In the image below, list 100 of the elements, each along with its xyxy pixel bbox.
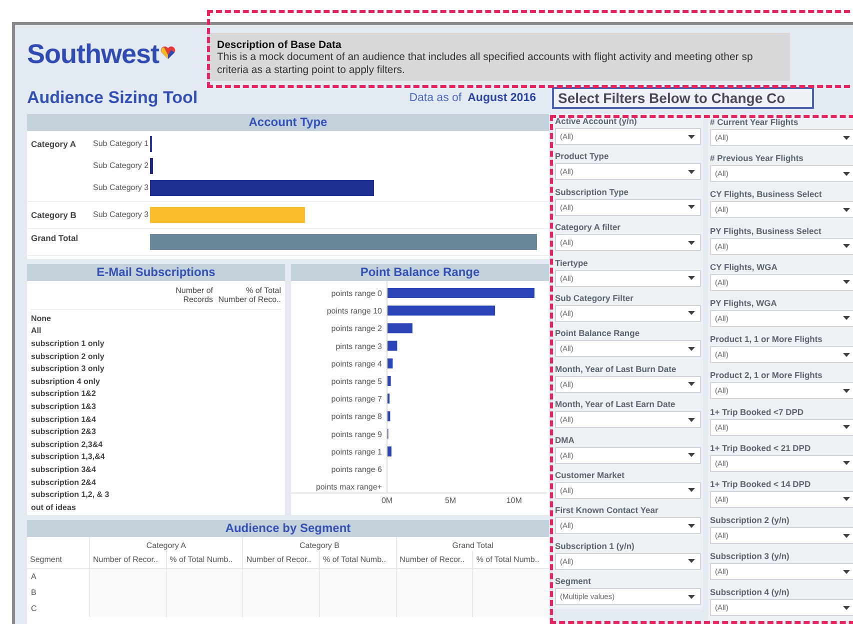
row-label: C — [30, 603, 38, 615]
filter-label: Subscription 3 (y/n) — [710, 550, 790, 564]
data-as-of-date: August 2016 — [468, 92, 536, 104]
bar — [387, 411, 390, 422]
group-header: Grand Total — [396, 537, 549, 551]
filter-label: # Current Year Flights — [710, 116, 800, 129]
category-label: points max range+ — [316, 482, 382, 492]
row-label: subscription 2 only — [31, 352, 104, 361]
row-label: subscription 3&4 — [31, 464, 96, 474]
caret-icon — [843, 388, 850, 393]
caret-icon — [688, 594, 695, 599]
filter-label: CY Flights, Business Select — [710, 188, 823, 202]
caret-icon — [843, 316, 850, 320]
category-label: pints range 3 — [336, 342, 382, 351]
caret-icon — [843, 534, 850, 538]
heart-logo-icon — [160, 46, 176, 60]
filter-label: 1+ Trip Booked < 14 DPD — [710, 478, 812, 491]
caret-icon — [688, 346, 695, 351]
caret-icon — [688, 382, 695, 386]
row-label: subscription 1&4 — [31, 414, 96, 424]
caret-icon — [688, 524, 695, 528]
caret-icon — [688, 559, 695, 564]
filter-label: 1+ Trip Booked < 21 DPD — [710, 442, 812, 455]
row-label: subscription 1&3 — [31, 402, 96, 411]
caret-icon — [688, 418, 695, 422]
caret-icon — [843, 352, 850, 357]
category-label: points range 7 — [331, 394, 382, 404]
data-as-of-label: Data as of — [409, 92, 462, 104]
panel-heading: E-Mail Subscriptions — [27, 264, 285, 281]
filter-label: Product Type — [555, 150, 610, 164]
dashboard-title: Audience Sizing Tool — [27, 88, 198, 108]
row-label: None — [31, 314, 51, 323]
filter-label: # Previous Year Flights — [710, 152, 804, 166]
category-label: points range 0 — [331, 289, 382, 298]
filter-label: Point Balance Range — [555, 327, 641, 340]
panel-heading: Audience by Segment — [27, 520, 549, 537]
panel-heading: Account Type — [27, 114, 549, 131]
filter-label: Month, Year of Last Earn Date — [555, 398, 676, 412]
subcategory-label: Sub Category 1 — [93, 139, 150, 149]
column-header: % of Total Number of Reco.. — [217, 286, 281, 304]
grand-total-label: Grand Total — [30, 232, 80, 245]
caret-icon — [688, 276, 695, 280]
axis-tick-label: 5M — [445, 496, 456, 505]
filter-label: Subscription Type — [555, 186, 630, 199]
caret-icon — [843, 425, 850, 429]
filter-label: Category A filter — [555, 221, 622, 234]
caret-icon — [688, 240, 695, 245]
caret-icon — [843, 570, 850, 574]
caret-icon — [688, 134, 695, 138]
caret-icon — [843, 136, 850, 140]
category-label: points range 10 — [326, 306, 382, 316]
row-label: subscription 2&3 — [31, 427, 96, 436]
category-label: points range 9 — [331, 430, 382, 439]
filter-label: Month, Year of Last Burn Date — [555, 362, 678, 376]
row-label: subscription 1,2, & 3 — [31, 490, 110, 500]
panel-heading: Point Balance Range — [291, 264, 549, 281]
axis-tick-label: 10M — [506, 496, 522, 505]
row-label: subsription 4 only — [31, 376, 100, 386]
category-label: points range 1 — [331, 447, 382, 456]
axis-tick-label: 0M — [381, 496, 393, 505]
subcategory-label: Sub Category 2 — [93, 161, 150, 171]
filter-label: DMA — [555, 434, 576, 447]
category-label: points range 2 — [331, 324, 382, 334]
group-header: Category A — [89, 537, 242, 551]
bar — [387, 340, 398, 351]
row-label: subscription 1&2 — [31, 389, 96, 398]
row-label: B — [30, 587, 38, 599]
row-label: subscription 1 only — [31, 338, 104, 348]
category-label: points range 8 — [331, 412, 382, 422]
category-label: Category A — [30, 138, 78, 151]
subcategory-label: Sub Category 3 — [93, 210, 150, 220]
category-label: points range 4 — [331, 359, 382, 368]
description-text: This is a mock document of an audience that includes all specified accounts with flight activity and meeting other sp criteria as a starting point to apply filters. — [217, 51, 754, 77]
filter-label: Tiertype — [555, 256, 589, 270]
filter-label: CY Flights, WGA — [710, 260, 778, 274]
filter-label: PY Flights, WGA — [710, 296, 778, 310]
caret-icon — [843, 208, 850, 212]
caret-icon — [688, 170, 695, 174]
category-label: points range 6 — [331, 465, 382, 474]
filter-label: Subscription 2 (y/n) — [710, 514, 790, 528]
bar — [387, 394, 390, 404]
filter-label: PY Flights, Business Select — [710, 224, 822, 238]
column-header: Segment — [27, 551, 89, 569]
filter-label: Active Account (y/n) — [555, 115, 638, 128]
caret-icon — [843, 497, 850, 502]
filter-label: Subscription 1 (y/n) — [555, 540, 636, 553]
row-label: subscription 2,3&4 — [31, 440, 103, 449]
row-label: A — [30, 571, 38, 583]
row-label: All — [31, 326, 42, 336]
filters-heading: Select Filters Below to Change Co — [552, 86, 814, 108]
filter-label: First Known Contact Year — [555, 504, 660, 518]
filter-label: Product 1, 1 or More Flights — [710, 333, 824, 346]
filter-label: Subscription 4 (y/n) — [710, 586, 790, 600]
caret-icon — [843, 606, 850, 610]
bar — [387, 323, 412, 334]
filter-label: 1+ Trip Booked <7 DPD — [710, 406, 805, 418]
subcategory-label: Sub Category 3 — [93, 183, 150, 193]
bar — [387, 446, 392, 456]
filter-label: Customer Market — [555, 468, 626, 482]
caret-icon — [688, 453, 695, 458]
